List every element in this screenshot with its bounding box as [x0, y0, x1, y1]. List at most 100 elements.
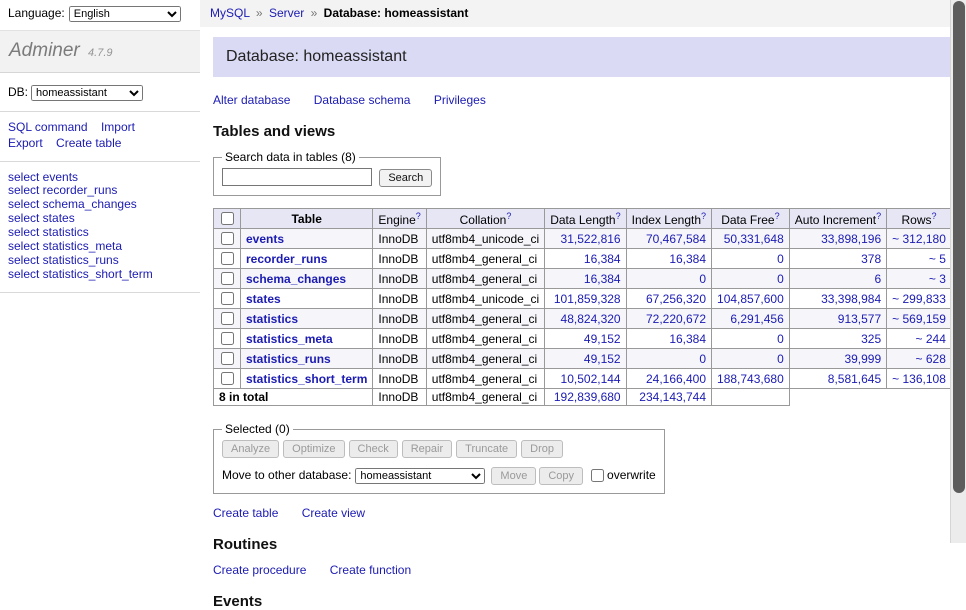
page-title: Database: homeassistant [213, 37, 966, 77]
sidebar-select-link[interactable]: select statistics [8, 226, 192, 240]
create-view-link[interactable]: Create view [302, 506, 365, 520]
engine-cell: InnoDB [373, 349, 426, 369]
data_length-cell: 49,152 [545, 329, 626, 349]
column-header-auto_increment: Auto Increment? [789, 209, 886, 229]
database-schema-link[interactable]: Database schema [314, 93, 411, 107]
row-checkbox-cell [214, 349, 241, 369]
engine-cell: InnoDB [373, 309, 426, 329]
help-link[interactable]: ? [616, 211, 621, 221]
sidebar-select-link[interactable]: select statistics_meta [8, 240, 192, 254]
vertical-scrollbar[interactable] [950, 0, 966, 543]
row-checkbox[interactable] [221, 292, 234, 305]
rows-cell: ~ 244 [887, 329, 952, 349]
overwrite-checkbox[interactable] [591, 469, 604, 482]
data_free-cell: 0 [712, 329, 790, 349]
row-checkbox[interactable] [221, 312, 234, 325]
breadcrumb: MySQL » Server » Database: homeassistant [200, 0, 966, 27]
language-select[interactable]: English [69, 6, 181, 22]
row-checkbox-cell [214, 369, 241, 389]
sidebar-select-link[interactable]: select statistics_short_term [8, 268, 192, 282]
db-select[interactable]: homeassistant [31, 85, 143, 101]
create-table-link[interactable]: Create table [213, 506, 278, 520]
row-checkbox[interactable] [221, 332, 234, 345]
table-name-link[interactable]: statistics_runs [246, 352, 331, 366]
data_free-cell: 188,743,680 [712, 369, 790, 389]
database-actions: Alter database Database schema Privilege… [213, 93, 966, 107]
privileges-link[interactable]: Privileges [434, 93, 486, 107]
breadcrumb-server-link[interactable]: Server [269, 6, 304, 20]
help-link[interactable]: ? [775, 211, 780, 221]
help-link[interactable]: ? [416, 211, 421, 221]
search-input[interactable] [222, 168, 372, 186]
auto_increment-cell: 913,577 [789, 309, 886, 329]
drop-button[interactable]: Drop [521, 440, 563, 458]
table-name-link[interactable]: recorder_runs [246, 252, 327, 266]
index_length-cell: 70,467,584 [626, 229, 711, 249]
table-name-link[interactable]: statistics [246, 312, 298, 326]
sidebar-select-link[interactable]: select recorder_runs [8, 184, 192, 198]
data_length-cell: 48,824,320 [545, 309, 626, 329]
sidebar-select-link[interactable]: select schema_changes [8, 198, 192, 212]
create-table-sidebar-link[interactable]: Create table [56, 136, 121, 150]
table-name-link[interactable]: schema_changes [246, 272, 346, 286]
help-link[interactable]: ? [506, 211, 511, 221]
search-button[interactable]: Search [379, 169, 432, 187]
analyze-button[interactable]: Analyze [222, 440, 279, 458]
column-header-engine: Engine? [373, 209, 426, 229]
optimize-button[interactable]: Optimize [283, 440, 344, 458]
sidebar: Language:English Adminer 4.7.9 DB:homeas… [0, 0, 200, 543]
total-row: 8 in totalInnoDButf8mb4_general_ci192,83… [214, 389, 966, 406]
row-checkbox[interactable] [221, 252, 234, 265]
help-link[interactable]: ? [701, 211, 706, 221]
total-filler-cell [789, 389, 966, 406]
sql-command-link[interactable]: SQL command [8, 120, 88, 134]
table-name-link[interactable]: statistics_short_term [246, 372, 367, 386]
table-name-link[interactable]: states [246, 292, 281, 306]
select-all-checkbox[interactable] [221, 212, 234, 225]
breadcrumb-mysql-link[interactable]: MySQL [210, 6, 250, 20]
table-name-link[interactable]: events [246, 232, 284, 246]
sidebar-select-link[interactable]: select states [8, 212, 192, 226]
create-procedure-link[interactable]: Create procedure [213, 563, 306, 577]
copy-button[interactable]: Copy [539, 467, 583, 485]
scrollbar-thumb[interactable] [953, 1, 965, 493]
db-selector-row: DB:homeassistant [0, 73, 200, 112]
table-name-cell: statistics_meta [241, 329, 373, 349]
total-engine-cell: InnoDB [373, 389, 426, 406]
row-checkbox-cell [214, 289, 241, 309]
row-checkbox[interactable] [221, 272, 234, 285]
help-link[interactable]: ? [876, 211, 881, 221]
auto_increment-cell: 8,581,645 [789, 369, 886, 389]
table-name-cell: events [241, 229, 373, 249]
sidebar-select-link[interactable]: select statistics_runs [8, 254, 192, 268]
total-data-length-cell: 192,839,680 [545, 389, 626, 406]
table-row: eventsInnoDButf8mb4_unicode_ci31,522,816… [214, 229, 966, 249]
tables-header-row: TableEngine?Collation?Data Length?Index … [214, 209, 966, 229]
move-button[interactable]: Move [491, 467, 536, 485]
table-name-cell: schema_changes [241, 269, 373, 289]
data_length-cell: 49,152 [545, 349, 626, 369]
repair-button[interactable]: Repair [402, 440, 452, 458]
export-link[interactable]: Export [8, 136, 43, 150]
create-links-row: Create table Create view [213, 506, 966, 520]
row-checkbox[interactable] [221, 352, 234, 365]
tables-table: TableEngine?Collation?Data Length?Index … [213, 208, 966, 406]
row-checkbox[interactable] [221, 232, 234, 245]
truncate-button[interactable]: Truncate [456, 440, 517, 458]
table-name-cell: recorder_runs [241, 249, 373, 269]
data_length-cell: 31,522,816 [545, 229, 626, 249]
table-name-link[interactable]: statistics_meta [246, 332, 333, 346]
check-button[interactable]: Check [349, 440, 398, 458]
column-header-data_free: Data Free? [712, 209, 790, 229]
sidebar-select-link[interactable]: select events [8, 170, 192, 184]
rows-cell: ~ 136,108 [887, 369, 952, 389]
move-db-select[interactable]: homeassistant [355, 468, 485, 484]
table-row: schema_changesInnoDButf8mb4_general_ci16… [214, 269, 966, 289]
import-link[interactable]: Import [101, 120, 135, 134]
create-function-link[interactable]: Create function [330, 563, 411, 577]
help-link[interactable]: ? [932, 211, 937, 221]
alter-database-link[interactable]: Alter database [213, 93, 290, 107]
app: Language:English Adminer 4.7.9 DB:homeas… [0, 0, 950, 543]
row-checkbox[interactable] [221, 372, 234, 385]
column-header-name: Table [241, 209, 373, 229]
